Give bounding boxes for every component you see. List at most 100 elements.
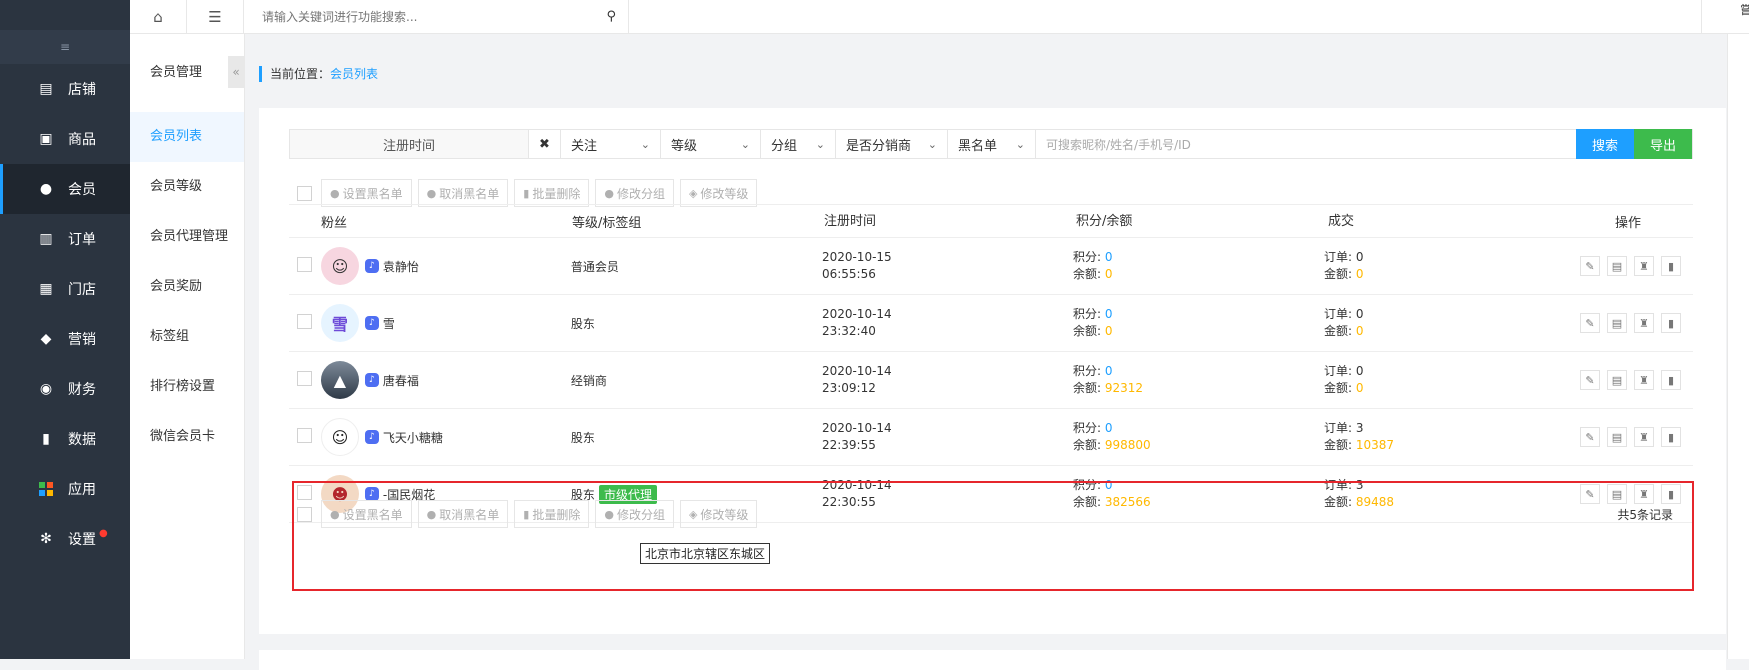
export-button[interactable]: 导出 bbox=[1634, 129, 1692, 159]
cancel-blacklist-button[interactable]: ● 取消黑名单 bbox=[417, 179, 509, 207]
sidebar-item-apps[interactable]: 应用 bbox=[0, 464, 130, 514]
chevron-down-icon: ⌄ bbox=[1015, 137, 1025, 151]
sidebar-item-shop[interactable]: ▦ 门店 bbox=[0, 264, 130, 314]
subnav-collapse-button[interactable]: « bbox=[228, 56, 244, 88]
trash-icon[interactable]: ▮ bbox=[1661, 256, 1681, 276]
clipboard-icon[interactable]: ▤ bbox=[1607, 370, 1627, 390]
breadcrumb-current[interactable]: 会员列表 bbox=[330, 67, 378, 81]
tiktok-icon: ♪ bbox=[364, 487, 379, 501]
tool-icon[interactable]: ♜ bbox=[1634, 256, 1654, 276]
edit-group-button[interactable]: ● 修改分组 bbox=[595, 179, 674, 207]
row-checkbox[interactable] bbox=[297, 428, 312, 443]
gear-icon: ✻ bbox=[40, 531, 52, 547]
member-name[interactable]: 袁静怡 bbox=[383, 258, 419, 275]
chevron-down-icon: ⌄ bbox=[927, 137, 937, 151]
level-select[interactable]: 等级 ⌄ bbox=[661, 130, 761, 158]
batch-delete-button[interactable]: ▮ 批量删除 bbox=[514, 500, 590, 528]
avatar[interactable]: 雪 bbox=[320, 304, 359, 342]
header-level: 等级/标签组 bbox=[572, 215, 642, 231]
topbar-right-text[interactable]: 嘗 bbox=[1701, 0, 1749, 34]
group-icon: ● bbox=[604, 507, 614, 521]
member-name[interactable]: 雪 bbox=[383, 315, 395, 332]
trash-icon: ▮ bbox=[523, 186, 530, 200]
sidebar-item-marketing[interactable]: ◆ 营销 bbox=[0, 314, 130, 364]
row-checkbox[interactable] bbox=[297, 371, 312, 386]
user-icon: ● bbox=[426, 507, 437, 521]
select-all-checkbox[interactable] bbox=[297, 185, 312, 201]
record-count: 共5条记录 bbox=[1617, 507, 1673, 522]
subnav-item-member-list[interactable]: 会员列表 bbox=[130, 112, 244, 162]
trash-icon[interactable]: ▮ bbox=[1661, 427, 1681, 447]
avatar[interactable]: ☺ bbox=[320, 247, 359, 285]
subnav-item-tag-group[interactable]: 标签组 bbox=[130, 312, 244, 362]
cancel-blacklist-button[interactable]: ● 取消黑名单 bbox=[417, 500, 509, 528]
edit-icon[interactable]: ✎ bbox=[1580, 427, 1600, 447]
keyword-input[interactable]: 可搜索昵称/姓名/手机号/ID bbox=[1036, 130, 1576, 158]
sidebar-collapse-icon[interactable]: ≡ bbox=[0, 30, 130, 64]
member-name[interactable]: 唐春福 bbox=[383, 372, 419, 389]
function-search-input[interactable] bbox=[262, 9, 582, 24]
clipboard-icon[interactable]: ▤ bbox=[1607, 256, 1627, 276]
distributor-select[interactable]: 是否分销商 ⌄ bbox=[836, 130, 948, 158]
register-date-picker[interactable]: 注册时间 bbox=[290, 130, 529, 158]
shop-icon: ▦ bbox=[39, 281, 53, 297]
avatar[interactable]: ▲ bbox=[320, 361, 359, 399]
search-button[interactable]: 搜索 bbox=[1576, 129, 1634, 159]
blacklist-select[interactable]: 黑名单 ⌄ bbox=[948, 130, 1036, 158]
menu-icon[interactable]: ☰ bbox=[187, 0, 244, 34]
home-icon[interactable]: ⌂ bbox=[130, 0, 187, 34]
subnav-item-member-reward[interactable]: 会员奖励 bbox=[130, 262, 244, 312]
header-points: 积分/余额 bbox=[1076, 213, 1133, 229]
sidebar-item-finance[interactable]: ◉ 财务 bbox=[0, 364, 130, 414]
edit-icon[interactable]: ✎ bbox=[1580, 256, 1600, 276]
filter-bar: 注册时间 ✖ 关注 ⌄ 等级 ⌄ 分组 ⌄ 是否分销商 ⌄ 黑名单 ⌄ 可搜索昵称/姓名/… bbox=[289, 129, 1693, 159]
edit-icon[interactable]: ✎ bbox=[1580, 370, 1600, 390]
clipboard-icon[interactable]: ▤ bbox=[1607, 427, 1627, 447]
user-icon: ● bbox=[39, 181, 53, 197]
sidebar-item-settings[interactable]: ✻ 设置 ● bbox=[0, 514, 130, 564]
trash-icon[interactable]: ▮ bbox=[1661, 313, 1681, 333]
subnav-item-agent-management[interactable]: 会员代理管理 bbox=[130, 212, 244, 262]
row-checkbox[interactable] bbox=[297, 314, 312, 329]
tiktok-icon: ♪ bbox=[364, 316, 379, 330]
sidebar-item-store[interactable]: ▤ 店铺 bbox=[0, 64, 130, 114]
sidebar-item-member[interactable]: ● 会员 bbox=[0, 164, 130, 214]
avatar[interactable]: ☺ bbox=[320, 418, 359, 456]
edit-level-button[interactable]: ◈ 修改等级 bbox=[679, 179, 758, 207]
level-icon: ◈ bbox=[688, 186, 698, 200]
table-row: ▲ ♪ 唐春福 经销商 2020-10-14 23:09:12 积分: 0 余额: 92… bbox=[289, 352, 1693, 409]
member-name[interactable]: 飞天小糖糖 bbox=[383, 429, 443, 446]
member-level: 普通会员 bbox=[570, 259, 619, 274]
batch-delete-button[interactable]: ▮ 批量删除 bbox=[514, 179, 590, 207]
trash-icon[interactable]: ▮ bbox=[1661, 370, 1681, 390]
edit-icon[interactable]: ✎ bbox=[1580, 313, 1600, 333]
apps-icon bbox=[38, 481, 54, 497]
edit-group-button[interactable]: ● 修改分组 bbox=[595, 500, 674, 528]
follow-select[interactable]: 关注 ⌄ bbox=[561, 130, 661, 158]
subnav-item-ranking-settings[interactable]: 排行榜设置 bbox=[130, 362, 244, 412]
row-checkbox[interactable] bbox=[297, 485, 312, 500]
set-blacklist-button[interactable]: ● 设置黑名单 bbox=[321, 179, 412, 207]
subnav-item-wechat-card[interactable]: 微信会员卡 bbox=[130, 412, 244, 462]
search-icon[interactable]: ⚲ bbox=[606, 9, 616, 24]
row-checkbox[interactable] bbox=[297, 257, 312, 272]
trash-icon: ▮ bbox=[523, 507, 530, 521]
clipboard-icon[interactable]: ▤ bbox=[1607, 313, 1627, 333]
sidebar-item-goods[interactable]: ▣ 商品 bbox=[0, 114, 130, 164]
user-icon: ● bbox=[426, 186, 437, 200]
topbar: ⌂ ☰ ⚲ 嘗 bbox=[130, 0, 1749, 34]
subnav-item-member-level[interactable]: 会员等级 bbox=[130, 162, 244, 212]
address-tooltip: 北京市北京辖区东城区 bbox=[640, 543, 771, 564]
set-blacklist-button[interactable]: ● 设置黑名单 bbox=[321, 500, 412, 528]
sidebar-item-data[interactable]: ▮ 数据 bbox=[0, 414, 130, 464]
select-all-checkbox-bottom[interactable] bbox=[297, 506, 312, 522]
bulk-actions-bottom: ● 设置黑名单 ● 取消黑名单 ▮ 批量删除 ● 修改分组 ◈ 修改等级 共5条记录 bbox=[289, 500, 1693, 528]
clear-date-icon[interactable]: ✖ bbox=[529, 130, 561, 158]
tool-icon[interactable]: ♜ bbox=[1634, 427, 1654, 447]
edit-level-button[interactable]: ◈ 修改等级 bbox=[679, 500, 758, 528]
group-select[interactable]: 分组 ⌄ bbox=[761, 130, 836, 158]
sidebar-item-order[interactable]: ▥ 订单 bbox=[0, 214, 130, 264]
tool-icon[interactable]: ♜ bbox=[1634, 313, 1654, 333]
tool-icon[interactable]: ♜ bbox=[1634, 370, 1654, 390]
user-icon: ● bbox=[330, 507, 340, 521]
